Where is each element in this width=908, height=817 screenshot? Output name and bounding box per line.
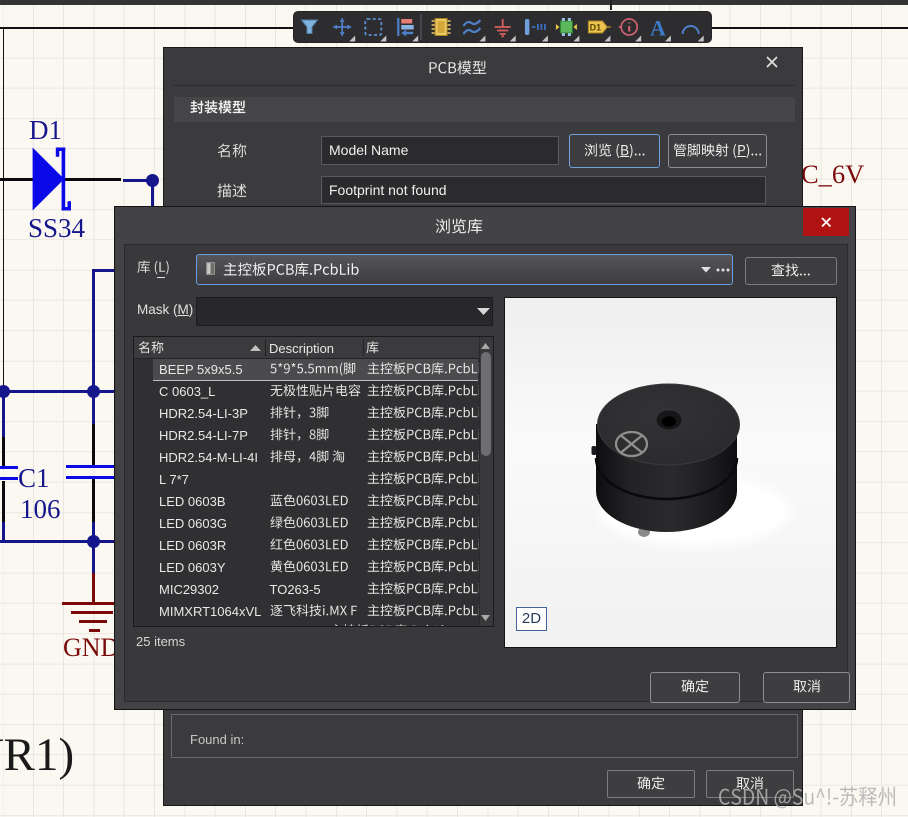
svg-text:D1: D1 xyxy=(590,22,602,32)
svg-text:A: A xyxy=(650,15,666,40)
